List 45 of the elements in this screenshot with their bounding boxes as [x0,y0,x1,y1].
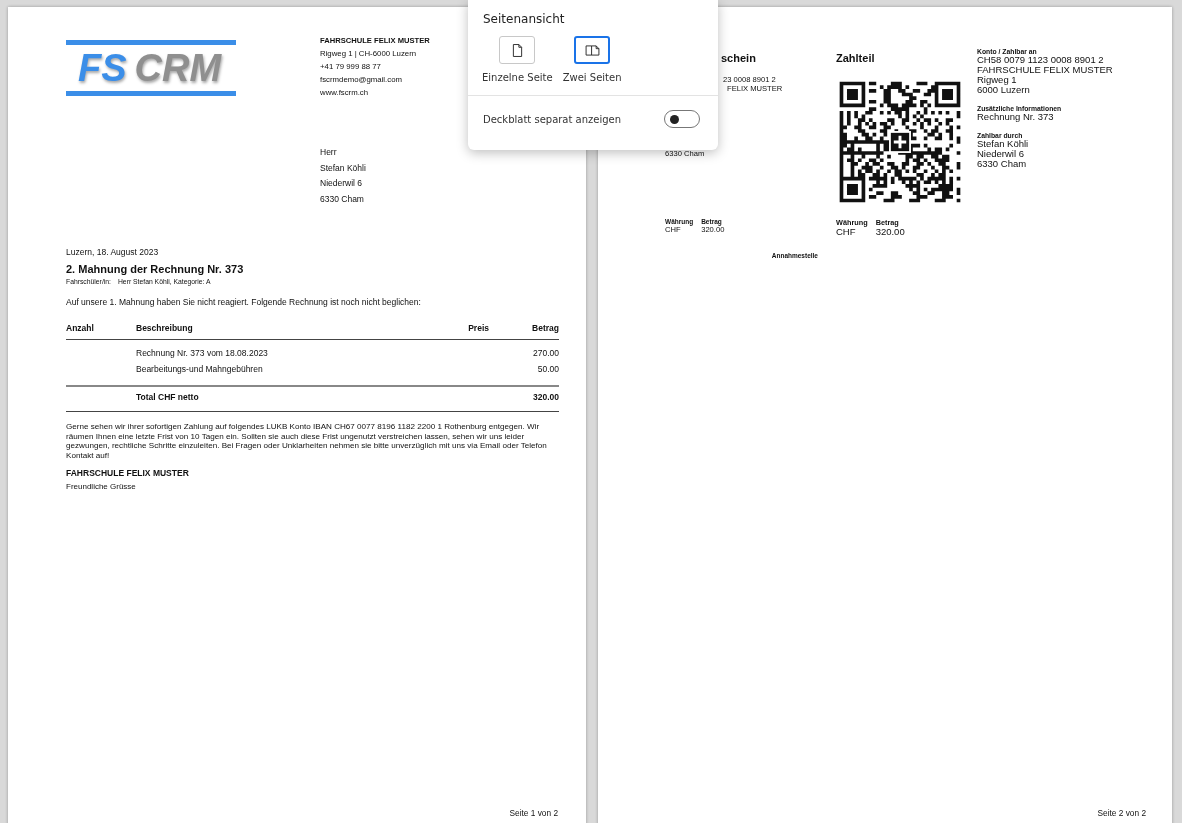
recipient-line: Herr [320,146,337,159]
page-number: Seite 2 von 2 [1097,808,1146,818]
column-header: Beschreibung [136,323,194,333]
total-amount: 320.00 [532,392,559,402]
payment-title: Zahlteil [836,52,876,64]
view-option-label: Einzelne Seite [482,72,553,83]
info-line: Rechnung Nr. 373 [977,112,1055,122]
toggle-switch[interactable] [664,110,700,128]
toggle-label: Deckblatt separat anzeigen [483,113,622,125]
view-option-button[interactable] [499,36,536,64]
column-header: Betrag [531,323,559,333]
column-header: Anzahl [66,323,95,333]
info-line: Rigweg 1 [977,75,1018,85]
letter-body: Gerne sehen wir ihrer sofortigen Zahlung auf folgendes LUKB Konto IBAN CH67 0077 8196 1182 2200 1 Rothenburg entgegen. Wir räumen Ihnen eine letzte Frist von 10 Tagen ein. Sollten sie auch diese Frist ungenutzt verstreichen lassen, sehen wir uns leider gezwungen, rechtliche Schritte einzuleiten. Bei Fragen oder Unklarheiten nehmen sie bitte unverzüglich mit uns via Email oder Telefon Kontakt auf! [66,422,548,461]
table-cell-text: Rechnung Nr. 373 vom 18.08.2023 [136,347,269,360]
letter-date: Luzern, 18. August 2023 [66,247,160,257]
logo-text: CRM [134,49,222,87]
info-line: Stefan Köhli [977,139,1030,149]
closing-text: Freundliche Grüsse [66,482,137,492]
table-cell-text: 50.00 [536,363,559,376]
recipient-line: Niederwil 6 [320,177,363,190]
logo-text: FS [78,49,127,87]
info-line: Niederwil 6 [977,149,1025,159]
total-label: Total CHF netto [136,392,200,402]
letter-title: 2. Mahnung der Rechnung Nr. 373 [66,263,245,275]
page-number: Seite 1 von 2 [509,808,558,818]
view-option-label: Zwei Seiten [562,72,622,83]
menu-title: Seitenansicht [482,11,566,26]
amount-value: 320.00 [875,227,905,237]
view-option-button[interactable] [574,36,611,64]
receipt-title: schein [720,52,757,64]
recipient-line: Stefan Köhli [320,161,366,175]
table-cell-text: Bearbeitungs-und Mahngebühren [136,363,264,376]
signature-name: FAHRSCHULE FELIX MUSTER [66,468,190,479]
info-line: 6330 Cham [977,159,1028,169]
table-cell-text: 270.00 [532,347,559,360]
currency-value: CHF [836,227,856,237]
info-line: CH58 0079 1123 0008 8901 2 [977,55,1105,65]
intro-text: Auf unsere 1. Mahnung haben Sie nicht reagiert. Folgende Rechnung ist noch nicht beglichen: [66,297,422,307]
column-header: Preis [467,323,489,333]
info-line: 6000 Luzern [977,85,1031,95]
page-icon [511,43,523,57]
recipient-line: 6330 Cham [320,192,364,206]
two-pages-icon [584,44,600,56]
info-line: FAHRSCHULE FELIX MUSTER [977,65,1114,75]
